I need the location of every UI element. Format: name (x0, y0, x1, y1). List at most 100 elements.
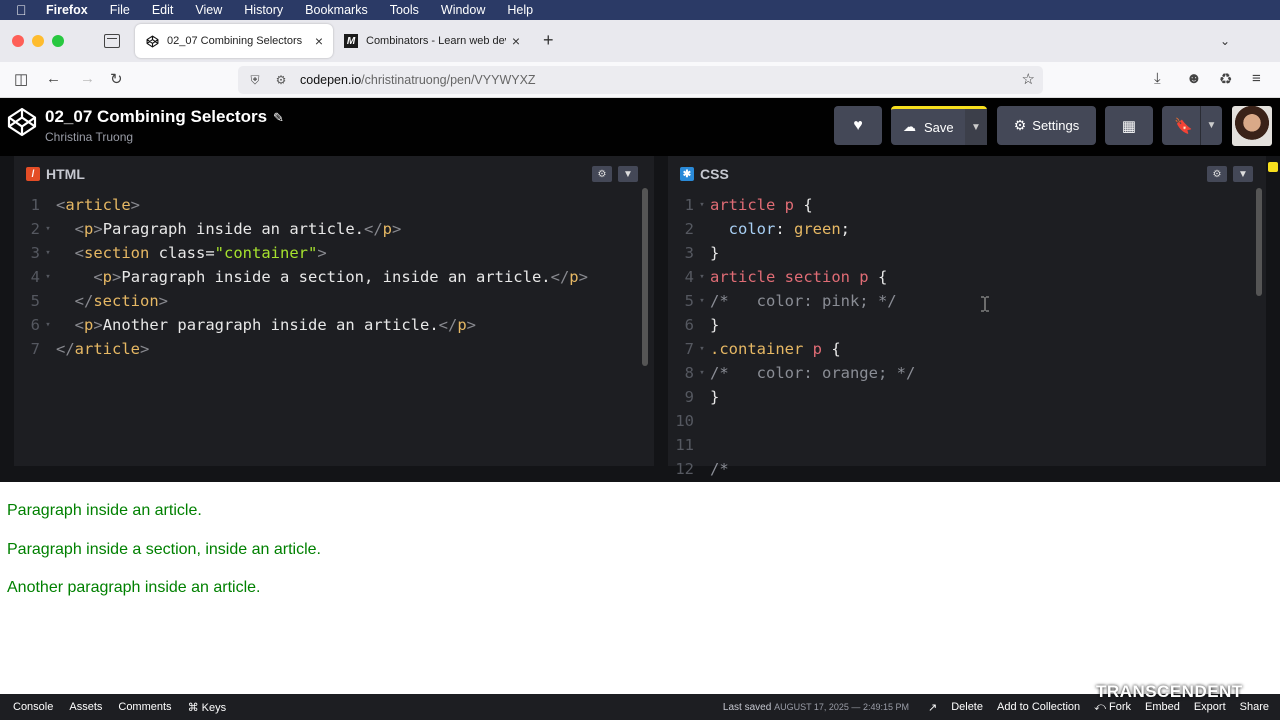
menu-file[interactable]: File (110, 3, 130, 17)
code-line[interactable]: 3} (668, 241, 915, 265)
extensions-icon[interactable]: ♻ (1219, 70, 1232, 88)
fold-toggle-icon[interactable]: ▾ (40, 313, 56, 337)
comments-button[interactable]: Comments (111, 697, 178, 717)
fold-toggle-icon[interactable]: ▾ (694, 193, 710, 217)
save-button[interactable]: ☁ Save ▼ (891, 106, 987, 145)
bookmark-star-icon[interactable]: ☆ (1022, 70, 1035, 88)
fold-toggle-icon[interactable]: ▾ (40, 265, 56, 289)
change-view-button[interactable]: ▦ (1105, 106, 1153, 145)
close-tab-icon[interactable]: × (315, 33, 323, 49)
menu-history[interactable]: History (244, 3, 283, 17)
code-line[interactable]: 12 /* (668, 457, 915, 481)
html-settings-gear-icon[interactable]: ⚙ (592, 166, 612, 182)
bookmark-button[interactable]: 🔖 ▼ (1162, 106, 1222, 145)
fold-toggle-icon[interactable]: ▾ (694, 289, 710, 313)
menu-icon[interactable]: ≡ (1252, 70, 1261, 87)
fold-toggle-icon[interactable]: ▾ (694, 361, 710, 385)
css-options-chevron-icon[interactable]: ▼ (1233, 166, 1253, 182)
menu-view[interactable]: View (195, 3, 222, 17)
fold-toggle-icon[interactable]: ▾ (40, 217, 56, 241)
css-scrollbar[interactable] (1256, 188, 1262, 296)
macos-menu-bar:  Firefox File Edit View History Bookmar… (0, 0, 1280, 20)
fold-toggle-icon[interactable]: ▾ (694, 265, 710, 289)
code-line[interactable]: 9} (668, 385, 915, 409)
menu-app-firefox[interactable]: Firefox (46, 3, 88, 17)
assets-button[interactable]: Assets (62, 697, 109, 717)
code-line[interactable]: 5 ▾/* color: pink; */ (668, 289, 915, 313)
html-scrollbar[interactable] (642, 188, 648, 366)
code-line[interactable]: 4 ▾ article section p { (668, 265, 915, 289)
code-line[interactable]: 4 ▾ <p>Paragraph inside a section, inside… (14, 265, 588, 289)
pane-resize-handle[interactable] (654, 156, 668, 482)
permissions-icon[interactable]: ⚙ (272, 73, 290, 87)
delete-button[interactable]: Delete (944, 697, 990, 717)
zoom-window-button[interactable] (52, 35, 64, 47)
code-line[interactable]: 5 </section> (14, 289, 588, 313)
menu-edit[interactable]: Edit (152, 3, 174, 17)
save-options-chevron-icon[interactable]: ▼ (965, 109, 987, 145)
css-settings-gear-icon[interactable]: ⚙ (1207, 166, 1227, 182)
close-window-button[interactable] (12, 35, 24, 47)
account-icon[interactable]: ☻ (1186, 70, 1202, 87)
fold-toggle-icon[interactable]: ▾ (40, 241, 56, 265)
css-code[interactable]: 1 ▾ article p {2 color: green; 3} 4 ▾ article … (668, 193, 915, 481)
code-text: } (710, 385, 719, 409)
pencil-edit-icon[interactable]: ✎ (273, 110, 284, 125)
cloud-icon: ☁ (903, 119, 916, 134)
html-code[interactable]: 1 <article> 2 ▾ <p>Paragraph inside an arti… (14, 193, 588, 361)
downloads-icon[interactable]: ⤓ (1154, 70, 1161, 87)
fold-toggle-icon[interactable]: ▾ (694, 337, 710, 361)
js-pane-collapsed[interactable] (1266, 156, 1280, 482)
code-line[interactable]: 8 ▾/* color: orange; */ (668, 361, 916, 385)
minimize-window-button[interactable] (32, 35, 44, 47)
love-button[interactable]: ♥ (834, 106, 882, 145)
shield-icon[interactable]: ⛨ (246, 73, 264, 88)
tab-mdn-combinators[interactable]: M Combinators - Learn web develo × (334, 24, 530, 58)
firefox-view-icon[interactable] (104, 34, 120, 48)
forward-arrow-icon[interactable]: → (80, 70, 95, 87)
menu-window[interactable]: Window (441, 3, 485, 17)
url-text[interactable]: codepen.io/christinatruong/pen/VYYWYXZ (300, 73, 536, 87)
new-tab-icon[interactable]: + (543, 30, 554, 51)
code-line[interactable]: 6 ▾ <p>Another paragraph inside an articl… (14, 313, 588, 337)
user-avatar[interactable] (1232, 106, 1272, 146)
codepen-logo-icon[interactable] (6, 106, 38, 138)
code-line[interactable]: 10 (668, 409, 915, 433)
code-token: < (74, 244, 85, 262)
list-all-tabs-chevron-icon[interactable]: ⌄ (1220, 34, 1230, 48)
bookmark-options-chevron-icon[interactable]: ▼ (1200, 106, 1222, 145)
url-bar[interactable]: ⛨ ⚙ codepen.io/christinatruong/pen/VYYWY… (238, 66, 1043, 94)
code-line[interactable]: 2 ▾ <p>Paragraph inside an article.</p> (14, 217, 588, 241)
code-line[interactable]: 1 ▾ article p { (668, 193, 915, 217)
open-external-icon[interactable]: ↗ (921, 697, 944, 717)
code-line[interactable]: 6} (668, 313, 915, 337)
reload-icon[interactable]: ↻ (110, 70, 123, 88)
back-arrow-icon[interactable]: ← (46, 70, 61, 87)
line-number: 1 (684, 196, 694, 214)
add-to-collection-button[interactable]: Add to Collection (990, 697, 1087, 717)
sidebar-toggle-icon[interactable]: ◫ (14, 70, 28, 88)
pen-title[interactable]: 02_07 Combining Selectors ✎ (45, 107, 284, 127)
code-line[interactable]: 7 </article> (14, 337, 588, 361)
code-line[interactable]: 11 (668, 433, 915, 457)
apple-icon[interactable]:  (16, 2, 32, 18)
result-preview: Paragraph inside an article. Paragraph i… (0, 482, 1280, 694)
code-line[interactable]: 1 <article> (14, 193, 588, 217)
html-options-chevron-icon[interactable]: ▼ (618, 166, 638, 182)
code-line[interactable]: 7 ▾ .container p { (668, 337, 915, 361)
pen-author[interactable]: Christina Truong (45, 130, 133, 144)
code-line[interactable]: 3 ▾ <section class="container"> (14, 241, 588, 265)
line-number: 3 (684, 244, 694, 262)
tab-codepen[interactable]: 02_07 Combining Selectors × (135, 24, 333, 58)
code-line[interactable]: 2 color: green; (668, 217, 915, 241)
menu-tools[interactable]: Tools (390, 3, 419, 17)
close-tab-icon[interactable]: × (512, 33, 520, 49)
keys-button[interactable]: ⌘ Keys (181, 697, 234, 717)
menu-help[interactable]: Help (507, 3, 533, 17)
code-token: > (317, 244, 327, 262)
menu-bookmarks[interactable]: Bookmarks (305, 3, 368, 17)
console-button[interactable]: Console (6, 697, 60, 717)
settings-button[interactable]: ⚙ Settings (997, 106, 1096, 145)
